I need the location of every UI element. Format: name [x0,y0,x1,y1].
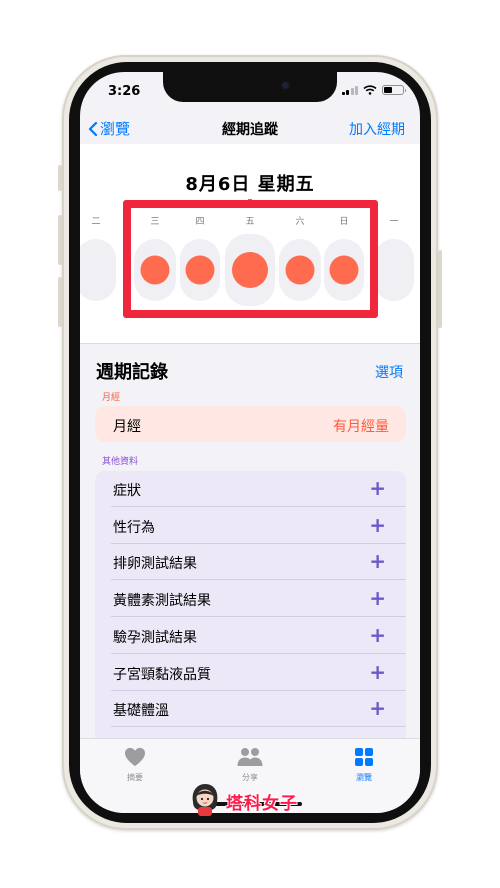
mute-switch [58,165,62,191]
add-icon[interactable]: + [369,476,386,500]
status-time: 3:26 [108,84,141,99]
day-cell-7[interactable] [374,239,414,301]
camera [280,80,291,91]
other-data-list: 症狀 + 性行為 + 排卵測試結果 + 黃體素測試結果 + 驗孕測試結果 + 子宮頸黏液品質 + 基礎體… [95,471,406,781]
add-icon[interactable]: + [369,513,386,537]
volume-up-button [58,215,62,265]
options-button[interactable]: 選項 [375,362,403,382]
weekday-label: 一 [389,217,399,227]
grid-icon [355,748,373,766]
add-icon[interactable]: + [369,660,386,684]
cellular-signal-icon [341,85,358,95]
add-icon[interactable]: + [369,696,386,720]
screen: 3:26 瀏覽 經期追蹤 加入經期 8月6日 星期五 二三四五六日一 週期記錄 … [80,72,420,813]
girl-avatar-icon [192,784,218,816]
tab-summary[interactable]: 摘要 [100,747,170,783]
watermark-text: 塔科女子 [226,794,298,814]
divider [80,343,420,344]
tab-browse[interactable]: 瀏覽 [329,747,399,783]
notch [163,72,337,102]
wifi-icon [363,85,377,95]
other-data-row[interactable]: 症狀 + [95,471,406,507]
battery-icon [382,85,406,95]
other-data-section-label: 其他資料 [102,457,139,467]
other-data-row[interactable]: 黃體素測試結果 + [95,581,406,618]
other-data-row[interactable]: 子宮頸黏液品質 + [95,655,406,691]
status-icons [341,85,406,95]
other-data-row-label: 黃體素測試結果 [113,593,211,610]
weekday-label: 二 [91,217,101,227]
heart-icon [125,747,145,767]
add-icon[interactable]: + [369,549,386,573]
other-data-row[interactable]: 基礎體溫 + [95,691,406,728]
day-cell-1[interactable] [80,239,116,301]
tab-summary-label: 摘要 [127,773,143,782]
other-data-row-label: 症狀 [113,483,141,499]
menstruation-row[interactable]: 月經 有月經量 [95,406,406,442]
other-data-row-label: 性行為 [113,519,155,536]
other-data-row[interactable]: 排卵測試結果 + [95,544,406,581]
other-data-row[interactable]: 性行為 + [95,508,406,544]
volume-down-button [58,277,62,327]
other-data-row-label: 子宮頸黏液品質 [113,666,211,683]
menstruation-flow-value: 有月經量 [333,419,389,435]
other-data-row[interactable]: 驗孕測試結果 + [95,618,406,654]
highlight-box [123,200,378,318]
add-icon[interactable]: + [369,623,386,647]
other-data-row-label: 驗孕測試結果 [113,629,197,646]
people-icon [237,748,263,766]
tab-sharing[interactable]: 分享 [215,747,285,783]
add-icon[interactable]: + [369,586,386,610]
menstruation-section-label: 月經 [102,393,121,403]
tab-browse-label: 瀏覽 [356,773,372,782]
other-data-row-label: 基礎體溫 [113,703,169,720]
cycle-log-title: 週期記錄 [96,362,168,383]
other-data-row-label: 排卵測試結果 [113,556,197,573]
menstruation-row-label: 月經 [113,419,141,435]
watermark: 塔科女子 [186,782,316,816]
navigation-bar: 瀏覽 經期追蹤 加入經期 [80,118,420,142]
selected-date-title: 8月6日 星期五 [185,174,315,195]
power-button [438,250,442,328]
add-period-button[interactable]: 加入經期 [349,119,405,139]
